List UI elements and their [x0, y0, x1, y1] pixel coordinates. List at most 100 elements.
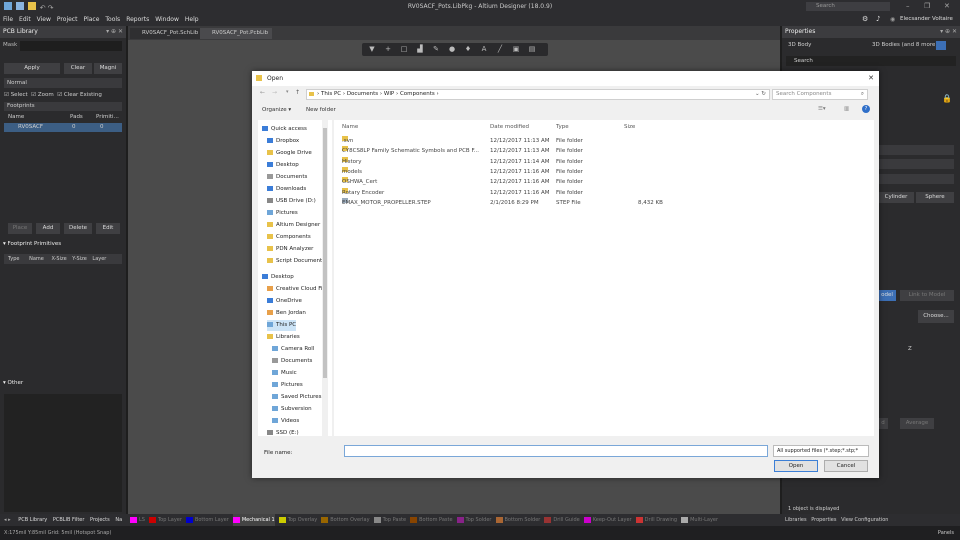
circle-icon[interactable]: ● [446, 43, 458, 56]
layer-tab[interactable]: Top Layer [148, 514, 182, 526]
panel-tab-pcblib[interactable]: PCB Library [18, 517, 47, 523]
nav-item[interactable]: Ben Jordan [267, 308, 306, 319]
nav-item[interactable]: This PC [267, 320, 297, 331]
layer-tab[interactable]: Top Overlay [278, 514, 317, 526]
rect-icon[interactable]: □ [398, 43, 410, 56]
prim-col-name[interactable]: Name [29, 256, 44, 262]
user-avatar[interactable]: ◉ [890, 13, 895, 26]
select-1[interactable] [878, 159, 954, 169]
save-icon[interactable] [15, 2, 24, 10]
nav-item[interactable]: PDN Analyzer [267, 244, 313, 255]
col-primitives[interactable]: Primiti... [96, 113, 119, 122]
frame-icon[interactable]: ▤ [526, 43, 538, 56]
file-row[interactable]: CY8CS8LP Family Schematic Symbols and PC… [334, 146, 874, 156]
properties-controls-icon[interactable]: ▾ ⊕ ✕ [940, 26, 957, 38]
panel-tab-projects[interactable]: Projects [90, 517, 110, 523]
col-date-header[interactable]: Date modified [490, 122, 529, 132]
nav-item[interactable]: Quick access [262, 124, 307, 135]
filter-icon[interactable]: ▼ [366, 43, 378, 56]
cancel-button[interactable]: Cancel [824, 460, 868, 472]
layer-tab[interactable]: Keep-Out Layer [583, 514, 632, 526]
quick-access-toolbar[interactable]: ↶ ↷ [4, 2, 64, 12]
menu-reports[interactable]: Reports [123, 13, 152, 26]
filetype-select[interactable]: All supported files (*.step;*.stp;* [773, 445, 869, 457]
nav-item[interactable]: OneDrive [267, 296, 302, 307]
clear-button[interactable]: Clear [64, 63, 92, 74]
bottom-tab-view-config[interactable]: View Configuration [841, 517, 888, 523]
layer-nav-icon[interactable]: ◂ ▸ [4, 517, 11, 523]
recent-icon[interactable]: ▾ [286, 89, 289, 95]
bell-icon[interactable]: ♪ [876, 13, 880, 26]
nav-item[interactable]: Altium Designer [267, 220, 320, 231]
layer-tab[interactable]: LS [130, 514, 145, 526]
zoom-checkbox[interactable]: ☑ Zoom [31, 92, 54, 98]
help-icon[interactable]: ? [862, 105, 870, 113]
nav-item[interactable]: Creative Cloud Fi [267, 284, 323, 295]
edit-button[interactable]: Edit [96, 223, 120, 234]
layer-tab[interactable]: Drill Drawing [635, 514, 677, 526]
col-name[interactable]: Name [8, 113, 24, 122]
nav-item[interactable]: Downloads [267, 184, 306, 195]
choose-button[interactable]: Choose... [918, 310, 954, 323]
link-model-button[interactable]: Link to Model [900, 290, 954, 301]
col-size-header[interactable]: Size [624, 122, 635, 132]
pin-icon[interactable]: ♦ [462, 43, 474, 56]
undo-icon[interactable]: ↶ [40, 4, 46, 12]
layer-tab[interactable]: Multi-Layer [681, 514, 718, 526]
forward-icon[interactable]: → [272, 89, 277, 96]
open-button[interactable]: Open [774, 460, 818, 472]
mask-input[interactable] [20, 41, 122, 51]
menu-help[interactable]: Help [182, 13, 202, 26]
col-name-header[interactable]: Name [342, 122, 358, 132]
select-2[interactable] [878, 174, 954, 184]
average-button[interactable]: Average [900, 418, 934, 429]
text-icon[interactable]: A [478, 43, 490, 56]
col-type-header[interactable]: Type [556, 122, 569, 132]
nav-item[interactable]: Videos [272, 416, 299, 427]
select-checkbox[interactable]: ☑ Select [4, 92, 28, 98]
bottom-tab-properties[interactable]: Properties [811, 517, 836, 523]
nav-item[interactable]: Documents [272, 356, 312, 367]
preview-pane-icon[interactable]: ▥ [844, 106, 849, 112]
organize-button[interactable]: Organize ▾ [262, 107, 291, 113]
filter-button[interactable] [936, 41, 946, 50]
prim-col-layer[interactable]: Layer [92, 256, 106, 262]
tab-schlib[interactable]: RV0SACF_Pot.SchLib [130, 28, 203, 39]
refresh-icon[interactable]: ⌄ ↻ [755, 90, 766, 99]
file-row[interactable]: .svn 12/12/2017 11:13 AM File folder [334, 136, 874, 146]
panel-controls-icon[interactable]: ▾ ⊕ ✕ [106, 26, 123, 38]
magnify-button[interactable]: Magni [94, 63, 122, 74]
menu-edit[interactable]: Edit [16, 13, 34, 26]
redo-icon[interactable]: ↷ [48, 4, 54, 12]
file-row[interactable]: History 12/12/2017 11:14 AM File folder [334, 156, 874, 167]
nav-item[interactable]: USB Drive (D:) [267, 196, 316, 207]
nav-item[interactable]: Google Drive [267, 148, 312, 159]
mode-select[interactable]: Normal [4, 78, 122, 88]
file-row[interactable]: Rotary Encoder 12/12/2017 11:16 AM File fo… [334, 187, 874, 198]
menu-tools[interactable]: Tools [102, 13, 123, 26]
pen-icon[interactable]: ✎ [430, 43, 442, 56]
nav-item[interactable]: Saved Pictures [272, 392, 322, 403]
field-1[interactable] [878, 145, 954, 155]
model-button[interactable]: odel [878, 290, 896, 301]
layer-tab[interactable]: Top Paste [373, 514, 406, 526]
bottom-tab-libraries[interactable]: Libraries [785, 517, 807, 523]
panel-tab-filter[interactable]: PCBLIB Filter [53, 517, 85, 523]
nav-item[interactable]: Pictures [272, 380, 303, 391]
panel-tab-navigator[interactable]: Na [115, 517, 122, 523]
prim-col-type[interactable]: Type [8, 256, 19, 262]
view-options-icon[interactable]: ☰▾ [818, 106, 826, 112]
nav-item[interactable]: Desktop [267, 160, 299, 171]
nav-item[interactable]: Components [267, 232, 311, 243]
nav-item[interactable]: Documents [267, 172, 307, 183]
tab-pcblib[interactable]: RV0SACF_Pot.PcbLib [200, 28, 273, 39]
prim-col-ysize[interactable]: Y-Size [72, 256, 87, 262]
close-icon[interactable]: ✕ [944, 0, 950, 13]
menu-view[interactable]: View [34, 13, 54, 26]
rect-select-icon[interactable]: ▣ [510, 43, 522, 56]
nav-item[interactable]: Script Documents [267, 256, 325, 267]
prim-col-xsize[interactable]: X-Size [51, 256, 66, 262]
nav-item[interactable]: Subversion [272, 404, 312, 415]
nav-item[interactable]: Libraries [267, 332, 300, 343]
footprint-row[interactable]: RV0SACF 0 0 [4, 123, 122, 132]
